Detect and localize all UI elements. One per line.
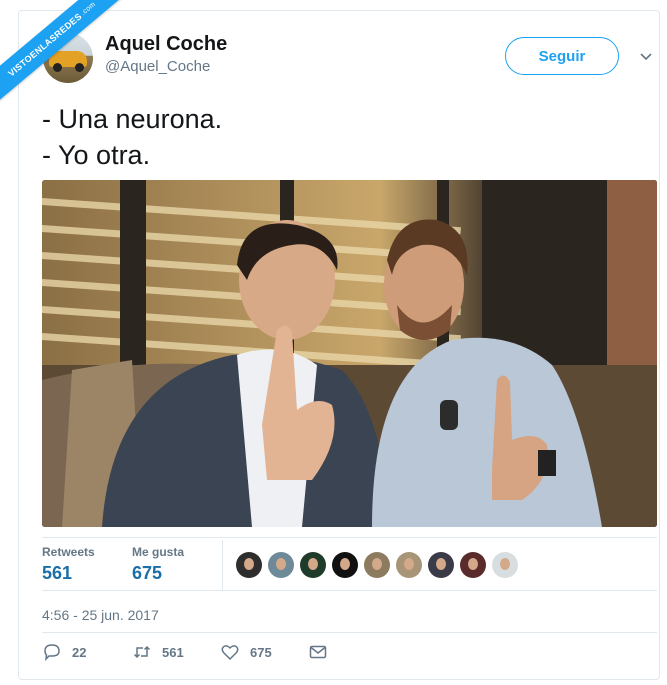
liker-avatars — [236, 552, 524, 578]
divider-mid — [42, 590, 657, 591]
author-handle[interactable]: @Aquel_Coche — [105, 58, 210, 75]
retweet-count: 561 — [162, 644, 184, 660]
liker-avatar[interactable] — [460, 552, 486, 578]
tweet-text: - Una neurona. - Yo otra. — [42, 101, 222, 173]
author-name[interactable]: Aquel Coche — [105, 33, 227, 56]
tweet-line: - Una neurona. — [42, 104, 223, 134]
tweet-timestamp[interactable]: 4:56 - 25 jun. 2017 — [42, 607, 159, 623]
likes-stat[interactable]: Me gusta 675 — [132, 545, 184, 584]
avatar-face — [372, 558, 382, 570]
tweet-actions: 22 561 675 — [42, 642, 362, 664]
avatar-face — [404, 558, 414, 570]
liker-avatar[interactable] — [492, 552, 518, 578]
avatar-face — [244, 558, 254, 570]
liker-avatar[interactable] — [300, 552, 326, 578]
like-count: 675 — [250, 644, 272, 660]
liker-avatar[interactable] — [236, 552, 262, 578]
retweet-button[interactable]: 561 — [132, 642, 184, 662]
liker-avatar[interactable] — [364, 552, 390, 578]
reply-button[interactable]: 22 — [42, 642, 86, 662]
reply-count: 22 — [72, 644, 87, 660]
avatar-face — [500, 558, 510, 570]
tweet-photo[interactable] — [42, 180, 657, 527]
like-button[interactable]: 675 — [220, 642, 272, 662]
stats-divider — [222, 540, 223, 590]
divider-top — [42, 537, 657, 538]
direct-message-button[interactable] — [308, 642, 328, 662]
avatar-face — [308, 558, 318, 570]
divider-bottom — [42, 632, 657, 633]
liker-avatar[interactable] — [332, 552, 358, 578]
retweets-label: Retweets — [42, 545, 95, 559]
retweet-icon — [133, 645, 151, 659]
avatar-face — [436, 558, 446, 570]
retweets-stat[interactable]: Retweets 561 — [42, 545, 95, 584]
reply-icon — [44, 644, 60, 662]
photo-illustration — [42, 180, 657, 527]
retweets-value: 561 — [42, 563, 73, 583]
avatar-face — [340, 558, 350, 570]
liker-avatar[interactable] — [396, 552, 422, 578]
envelope-icon — [309, 645, 327, 659]
tweet-line: - Yo otra. — [42, 140, 151, 170]
liker-avatar[interactable] — [428, 552, 454, 578]
avatar-face — [468, 558, 478, 570]
likes-label: Me gusta — [132, 545, 185, 559]
likes-value: 675 — [132, 563, 163, 583]
follow-button[interactable]: Seguir — [505, 37, 619, 75]
chevron-down-icon[interactable] — [639, 50, 653, 64]
heart-icon — [221, 645, 239, 661]
watermark-suffix: .com — [79, 0, 97, 17]
avatar-face — [276, 558, 286, 570]
liker-avatar[interactable] — [268, 552, 294, 578]
